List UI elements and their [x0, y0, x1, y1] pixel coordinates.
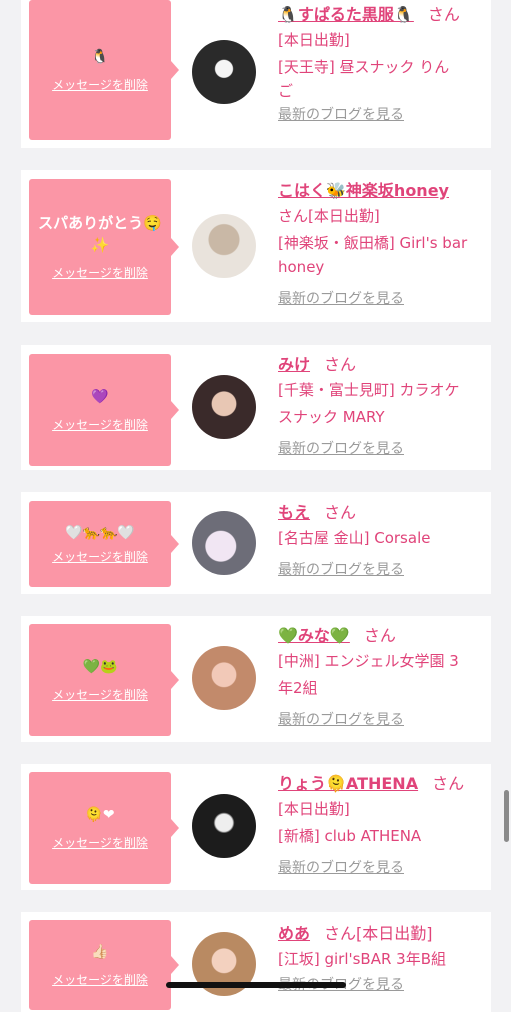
cast-name-link[interactable]: みけ	[278, 355, 310, 374]
message-bubble: 🤍🐆🐆🤍 メッセージを削除	[29, 501, 179, 587]
item-info: こはく🐝神楽坂honey さん[本日出勤] [神楽坂・飯田橋] Girl's b…	[278, 178, 486, 309]
list-item: 🤍🐆🐆🤍 メッセージを削除 もえ さん [名古屋 金山] Corsale 最新のブ…	[21, 492, 491, 594]
message-text: 🤍🐆🐆🤍	[65, 525, 135, 542]
honorific: さん	[427, 5, 460, 24]
avatar[interactable]	[192, 646, 256, 710]
message-text: スパありがとう🤤✨	[38, 213, 162, 254]
message-bubble: 🐧 メッセージを削除	[29, 0, 179, 140]
item-info: 🐧すぱるた黒服🐧 さん [本日出勤] [天王寺] 昼スナック りん ご 最新のブロ…	[278, 2, 486, 125]
info-line: [新橋] club ATHENA	[278, 827, 422, 845]
item-info: もえ さん [名古屋 金山] Corsale 最新のブログを見る	[278, 500, 486, 580]
message-bubble: スパありがとう🤤✨ メッセージを削除	[29, 179, 179, 315]
item-info: 💚みな💚 さん [中洲] エンジェル女学園 3 年2組 最新のブログを見る	[278, 623, 486, 730]
cast-name-link[interactable]: 💚みな💚	[278, 626, 350, 645]
honorific: さん	[324, 355, 357, 374]
honorific: さん	[432, 774, 465, 793]
latest-blog-link[interactable]: 最新のブログを見る	[278, 105, 486, 125]
delete-message-link[interactable]: メッセージを削除	[52, 416, 148, 433]
delete-message-link[interactable]: メッセージを削除	[52, 548, 148, 565]
latest-blog-link[interactable]: 最新のブログを見る	[278, 710, 486, 730]
message-text: 🐧	[91, 49, 109, 66]
info-line: [千葉・富士見町] カラオケ	[278, 381, 460, 399]
list-item: 👍🏻 メッセージを削除 めあ さん[本日出勤] [江坂] girl'sBAR 3年…	[21, 912, 491, 1012]
delete-message-link[interactable]: メッセージを削除	[52, 971, 148, 988]
info-line: [本日出勤]	[278, 31, 350, 49]
message-bubble: 👍🏻 メッセージを削除	[29, 920, 179, 1010]
info-line: [天王寺] 昼スナック りん	[278, 58, 450, 76]
cast-name-link[interactable]: めあ	[278, 924, 310, 943]
list-item: 💚🐸 メッセージを削除 💚みな💚 さん [中洲] エンジェル女学園 3 年2組 最…	[21, 616, 491, 742]
honorific: さん	[324, 503, 357, 522]
info-line: さん[本日出勤]	[278, 207, 380, 225]
avatar[interactable]	[192, 794, 256, 858]
info-line: [名古屋 金山] Corsale	[278, 529, 431, 547]
cast-name-link[interactable]: こはく🐝神楽坂honey	[278, 181, 449, 200]
delete-message-link[interactable]: メッセージを削除	[52, 686, 148, 703]
avatar[interactable]	[192, 375, 256, 439]
item-info: りょう🫠ATHENA さん [本日出勤] [新橋] club ATHENA 最新の…	[278, 771, 486, 878]
message-text: 💜	[91, 389, 109, 406]
cast-name-link[interactable]: 🐧すぱるた黒服🐧	[278, 5, 414, 24]
message-bubble: 💚🐸 メッセージを削除	[29, 624, 179, 736]
info-line: スナック MARY	[278, 408, 385, 426]
list-item: 💜 メッセージを削除 みけ さん [千葉・富士見町] カラオケ スナック MARY…	[21, 345, 491, 470]
info-line: honey	[278, 258, 325, 276]
message-text: 👍🏻	[91, 944, 109, 961]
info-line: [中洲] エンジェル女学園 3	[278, 652, 459, 670]
list-item: 🫠❤ メッセージを削除 りょう🫠ATHENA さん [本日出勤] [新橋] clu…	[21, 764, 491, 890]
delete-message-link[interactable]: メッセージを削除	[52, 264, 148, 281]
delete-message-link[interactable]: メッセージを削除	[52, 76, 148, 93]
latest-blog-link[interactable]: 最新のブログを見る	[278, 289, 486, 309]
message-text: 💚🐸	[82, 659, 118, 676]
info-line: 年2組	[278, 679, 318, 697]
info-line: [神楽坂・飯田橋] Girl's bar	[278, 234, 468, 252]
cast-name-link[interactable]: もえ	[278, 503, 310, 522]
honorific-inline: さん[本日出勤]	[324, 924, 433, 943]
list-item: スパありがとう🤤✨ メッセージを削除 こはく🐝神楽坂honey さん[本日出勤]…	[21, 170, 491, 322]
latest-blog-link[interactable]: 最新のブログを見る	[278, 560, 486, 580]
home-indicator[interactable]	[166, 982, 346, 988]
honorific: さん	[363, 626, 396, 645]
item-info: みけ さん [千葉・富士見町] カラオケ スナック MARY 最新のブログを見る	[278, 352, 486, 459]
info-line: [本日出勤]	[278, 800, 350, 818]
info-line: [江坂] girl'sBAR 3年B組	[278, 950, 447, 968]
avatar[interactable]	[192, 40, 256, 104]
scrollbar[interactable]	[504, 790, 509, 842]
message-bubble: 🫠❤ メッセージを削除	[29, 772, 179, 884]
avatar[interactable]	[192, 214, 256, 278]
latest-blog-link[interactable]: 最新のブログを見る	[278, 858, 486, 878]
message-bubble: 💜 メッセージを削除	[29, 354, 179, 466]
avatar[interactable]	[192, 511, 256, 575]
list-item: 🐧 メッセージを削除 🐧すぱるた黒服🐧 さん [本日出勤] [天王寺] 昼スナック…	[21, 0, 491, 148]
latest-blog-link[interactable]: 最新のブログを見る	[278, 439, 486, 459]
delete-message-link[interactable]: メッセージを削除	[52, 834, 148, 851]
cast-name-link[interactable]: りょう🫠ATHENA	[278, 774, 418, 793]
message-text: 🫠❤	[85, 807, 115, 824]
info-line: ご	[278, 82, 294, 100]
